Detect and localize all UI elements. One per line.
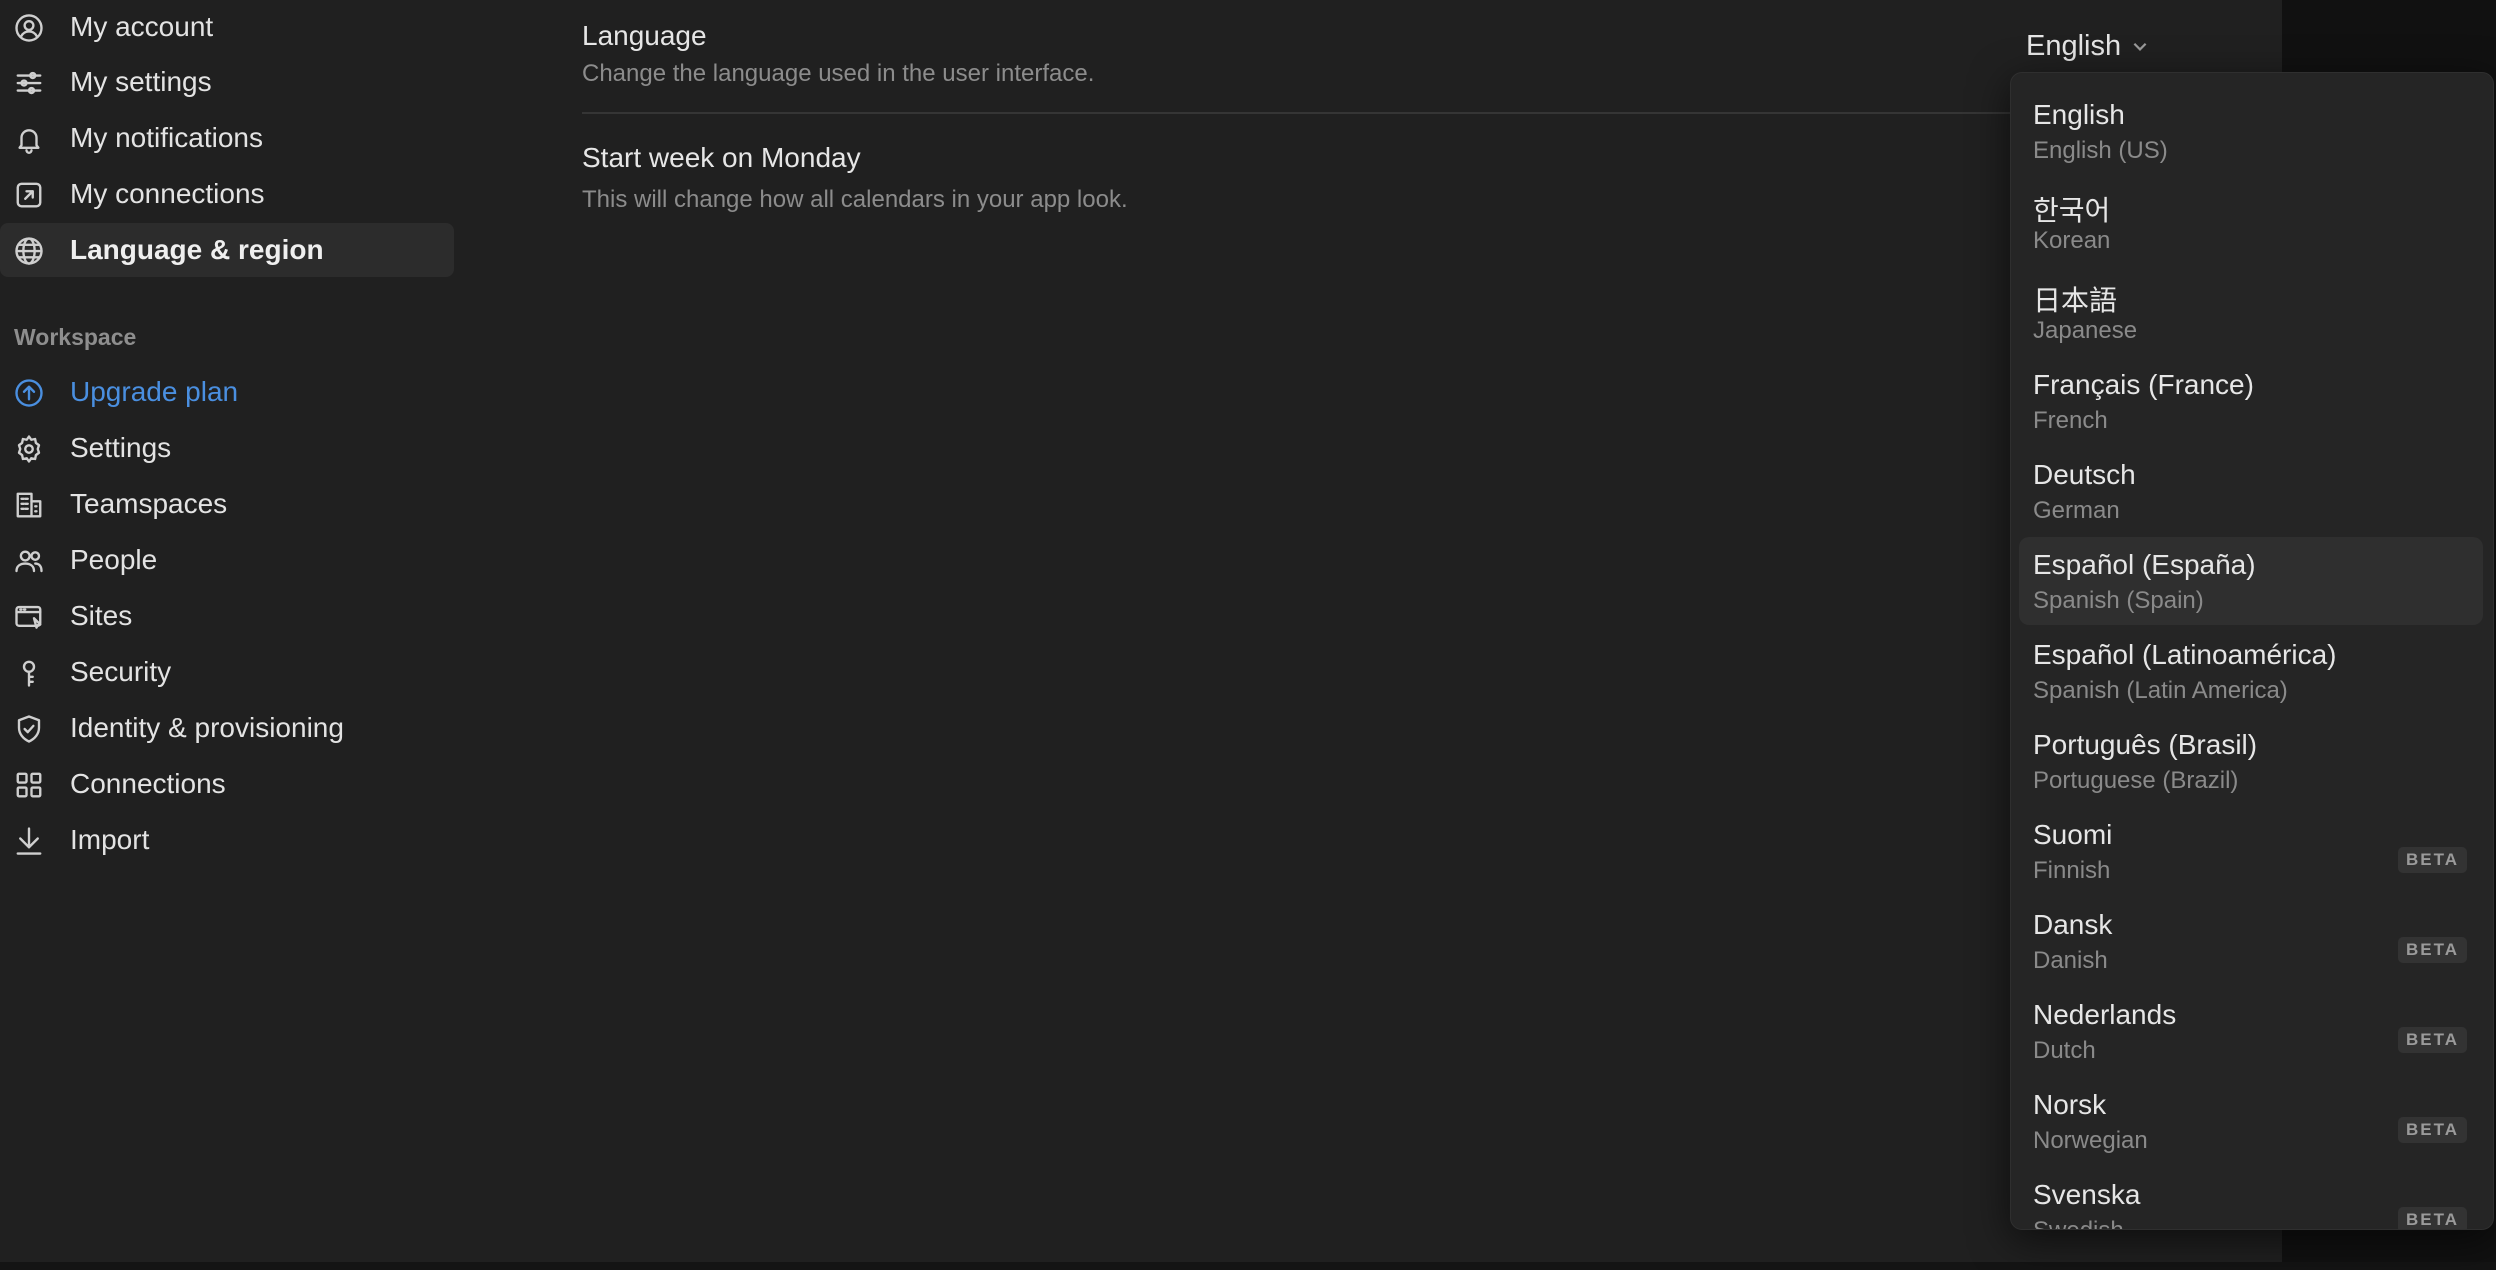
chevron-down-icon [2133, 42, 2147, 51]
option-subtitle: Korean [2033, 227, 2111, 254]
beta-badge: BETA [2397, 1027, 2467, 1053]
sidebar-item-connections[interactable]: Connections [0, 757, 454, 811]
sidebar-item-label: My account [70, 11, 214, 42]
sidebar-item-my-account[interactable]: My account [0, 0, 454, 54]
sidebar-item-label: My connections [70, 178, 265, 209]
language-select[interactable]: English [2026, 26, 2149, 66]
language-select-value: English [2026, 29, 2122, 62]
option-name: Nederlands [2033, 999, 2177, 1030]
sidebar-item-label: My settings [70, 66, 212, 97]
people-icon [14, 546, 44, 576]
language-dropdown-menu: English English (US) 한국어 Korean 日本語 Japa… [2010, 72, 2494, 1230]
language-option-dutch[interactable]: Nederlands Dutch BETA [2019, 987, 2483, 1075]
download-icon [14, 826, 44, 856]
option-name: Español (España) [2033, 549, 2256, 580]
beta-badge: BETA [2397, 1207, 2467, 1229]
option-subtitle: Danish [2033, 947, 2108, 974]
option-name: English [2033, 99, 2125, 130]
option-subtitle: French [2033, 407, 2108, 434]
language-option-korean[interactable]: 한국어 Korean [2019, 177, 2483, 265]
browser-window-icon [14, 602, 44, 632]
language-option-japanese[interactable]: 日本語 Japanese [2019, 267, 2483, 355]
option-subtitle: Spanish (Latin America) [2033, 677, 2288, 704]
sidebar-item-my-settings[interactable]: My settings [0, 55, 454, 109]
sidebar-item-label: Language & region [70, 234, 324, 265]
beta-badge: BETA [2397, 847, 2467, 873]
option-name: Français (France) [2033, 369, 2254, 400]
sidebar-item-security[interactable]: Security [0, 645, 454, 699]
sidebar-item-language-region[interactable]: Language & region [0, 223, 454, 277]
sidebar-item-label: People [70, 544, 158, 575]
language-option-french[interactable]: Français (France) French [2019, 357, 2483, 445]
gear-icon [14, 434, 44, 464]
language-option-portuguese-brazil[interactable]: Português (Brasil) Portuguese (Brazil) [2019, 717, 2483, 805]
sidebar-item-label: Import [70, 824, 150, 855]
sidebar-item-label: Sites [70, 600, 133, 631]
week-setting-description: This will change how all calendars in yo… [582, 186, 1128, 213]
language-option-danish[interactable]: Dansk Danish BETA [2019, 897, 2483, 985]
option-subtitle: German [2033, 497, 2120, 524]
sidebar-item-label: My notifications [70, 122, 263, 153]
option-name: Português (Brasil) [2033, 729, 2258, 760]
sidebar-item-sites[interactable]: Sites [0, 589, 454, 643]
language-option-spanish-spain[interactable]: Español (España) Spanish (Spain) [2019, 537, 2483, 625]
sidebar-item-label: Upgrade plan [70, 376, 239, 407]
beta-badge: BETA [2397, 1117, 2467, 1143]
sidebar-item-label: Security [70, 656, 172, 687]
sidebar-item-label: Connections [70, 768, 226, 799]
option-name: Dansk [2033, 909, 2113, 940]
sidebar-item-label: Settings [70, 432, 172, 463]
sidebar-item-label: Teamspaces [70, 488, 228, 519]
language-option-finnish[interactable]: Suomi Finnish BETA [2019, 807, 2483, 895]
grid-icon [14, 770, 44, 800]
language-option-english[interactable]: English English (US) [2019, 87, 2483, 175]
settings-sidebar: My account My settings My notifications … [0, 0, 462, 1270]
language-setting-title: Language [582, 20, 707, 51]
option-subtitle: Swedish [2033, 1217, 2124, 1229]
language-setting-description: Change the language used in the user int… [582, 60, 1095, 87]
building-icon [14, 490, 44, 520]
option-name: Suomi [2033, 819, 2113, 850]
sidebar-item-settings[interactable]: Settings [0, 421, 454, 475]
option-subtitle: Japanese [2033, 317, 2138, 344]
sidebar-item-my-notifications[interactable]: My notifications [0, 111, 454, 165]
option-name: Norsk [2033, 1089, 2107, 1120]
external-link-icon [14, 180, 44, 210]
option-name: Español (Latinoamérica) [2033, 639, 2337, 670]
week-setting-title: Start week on Monday [582, 142, 861, 173]
option-name: Svenska [2033, 1179, 2141, 1210]
section-divider [582, 112, 2022, 114]
sidebar-item-teamspaces[interactable]: Teamspaces [0, 477, 454, 531]
shield-check-icon [14, 714, 44, 744]
key-icon [14, 658, 44, 688]
option-subtitle: English (US) [2033, 137, 2168, 164]
sidebar-item-label: Identity & provisioning [70, 712, 344, 743]
globe-icon [14, 236, 44, 266]
bell-icon [14, 124, 44, 154]
sidebar-item-upgrade-plan[interactable]: Upgrade plan [0, 365, 454, 419]
window-bottom-edge [0, 1262, 2496, 1270]
workspace-section-label: Workspace [14, 324, 137, 350]
sidebar-item-people[interactable]: People [0, 533, 454, 587]
arrow-up-circle-icon [14, 378, 44, 408]
sidebar-item-import[interactable]: Import [0, 813, 454, 867]
language-option-spanish-latam[interactable]: Español (Latinoamérica) Spanish (Latin A… [2019, 627, 2483, 715]
user-circle-icon [14, 13, 44, 43]
sidebar-item-identity-provisioning[interactable]: Identity & provisioning [0, 701, 454, 755]
language-option-swedish[interactable]: Svenska Swedish BETA [2019, 1167, 2483, 1229]
language-option-german[interactable]: Deutsch German [2019, 447, 2483, 535]
option-name: Deutsch [2033, 459, 2136, 490]
option-subtitle: Norwegian [2033, 1127, 2148, 1154]
language-option-norwegian[interactable]: Norsk Norwegian BETA [2019, 1077, 2483, 1165]
option-subtitle: Spanish (Spain) [2033, 587, 2204, 614]
option-name: 日本語 [2033, 285, 2118, 316]
option-subtitle: Portuguese (Brazil) [2033, 767, 2239, 794]
sliders-icon [14, 68, 44, 98]
option-name: 한국어 [2033, 195, 2111, 226]
option-subtitle: Finnish [2033, 857, 2111, 884]
sidebar-item-my-connections[interactable]: My connections [0, 167, 454, 221]
option-subtitle: Dutch [2033, 1037, 2096, 1064]
beta-badge: BETA [2397, 937, 2467, 963]
